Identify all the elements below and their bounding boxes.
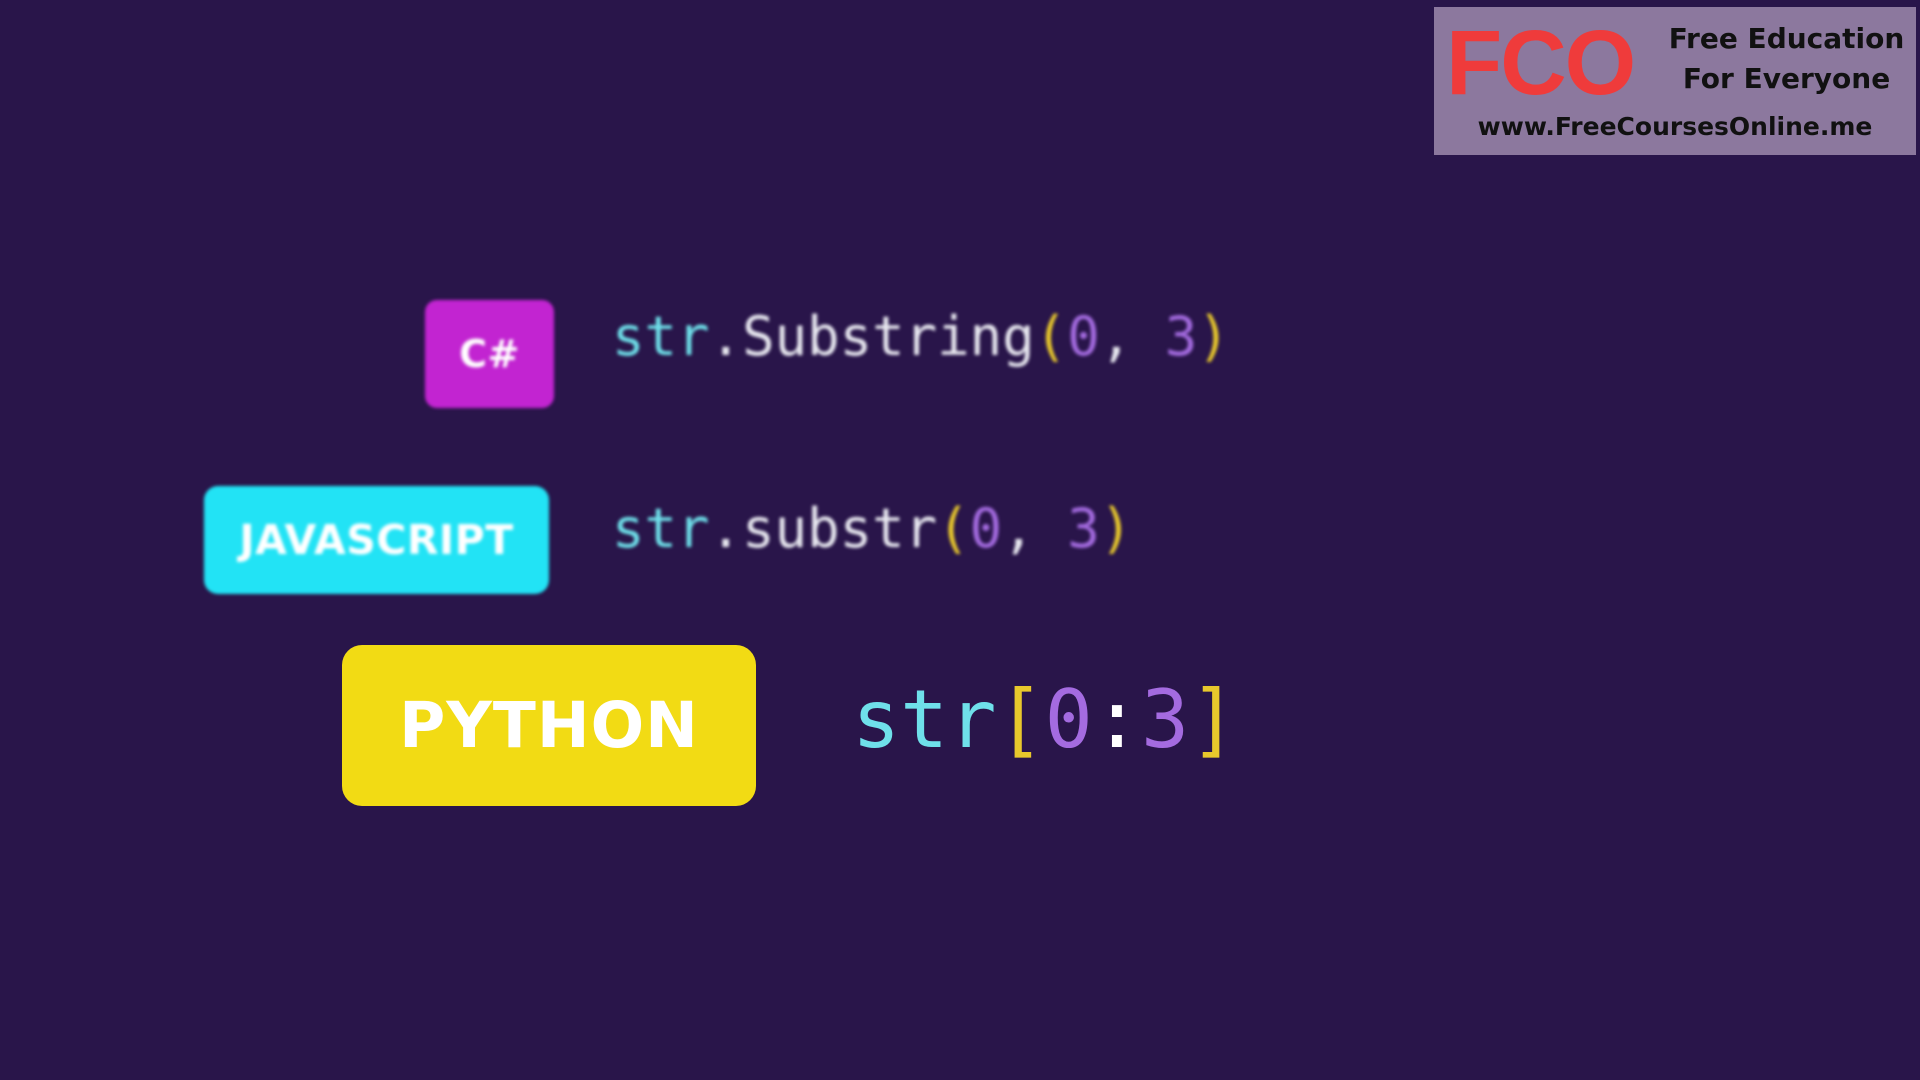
csharp-code-close-paren: ) (1197, 305, 1230, 368)
fco-url-text: www.FreeCoursesOnline.me (1477, 112, 1873, 141)
javascript-code-dot: . (709, 497, 743, 560)
javascript-code-method: substr (742, 497, 938, 560)
csharp-badge: C# (425, 300, 554, 408)
python-badge: PYTHON (342, 645, 756, 806)
csharp-code-open-paren: ( (1034, 305, 1068, 368)
python-code-close-bracket: ] (1189, 673, 1238, 766)
csharp-code-arg-start: 0 (1067, 305, 1100, 368)
python-code-slice-end: 3 (1141, 673, 1190, 766)
csharp-badge-label: C# (459, 332, 520, 376)
python-code-snippet: str[0:3] (852, 680, 1237, 760)
fco-tagline-line1: Free Education (1668, 22, 1905, 55)
fco-tagline-line2: For Everyone (1682, 62, 1891, 95)
csharp-code-method: Substring (742, 305, 1035, 368)
javascript-code-comma: , (1002, 497, 1068, 560)
javascript-code-snippet: str.substr(0, 3) (612, 502, 1132, 556)
javascript-badge-label: JAVASCRIPT (239, 516, 514, 564)
javascript-code-arg-start: 0 (969, 497, 1003, 560)
python-code-colon: : (1092, 673, 1142, 766)
javascript-code-close-paren: ) (1099, 497, 1133, 560)
javascript-code-arg-length: 3 (1067, 497, 1100, 560)
python-code-identifier: str (852, 673, 997, 766)
fco-watermark-logo: FCO Free Education For Everyone www.Free… (1434, 7, 1916, 155)
csharp-code-snippet: str.Substring(0, 3) (612, 310, 1230, 364)
javascript-code-identifier: str (612, 497, 710, 560)
python-code-slice-start: 0 (1044, 673, 1093, 766)
csharp-code-arg-length: 3 (1164, 305, 1198, 368)
python-code-open-bracket: [ (996, 673, 1045, 766)
csharp-code-identifier: str (612, 305, 710, 368)
csharp-code-dot: . (709, 305, 743, 368)
csharp-code-comma: , (1099, 305, 1165, 368)
javascript-badge: JAVASCRIPT (204, 486, 549, 594)
python-badge-label: PYTHON (399, 689, 699, 762)
video-frame: C# str.Substring(0, 3) JAVASCRIPT str.su… (0, 0, 1920, 1080)
fco-logo-mark: FCO (1446, 12, 1636, 114)
javascript-code-open-paren: ( (937, 497, 970, 560)
